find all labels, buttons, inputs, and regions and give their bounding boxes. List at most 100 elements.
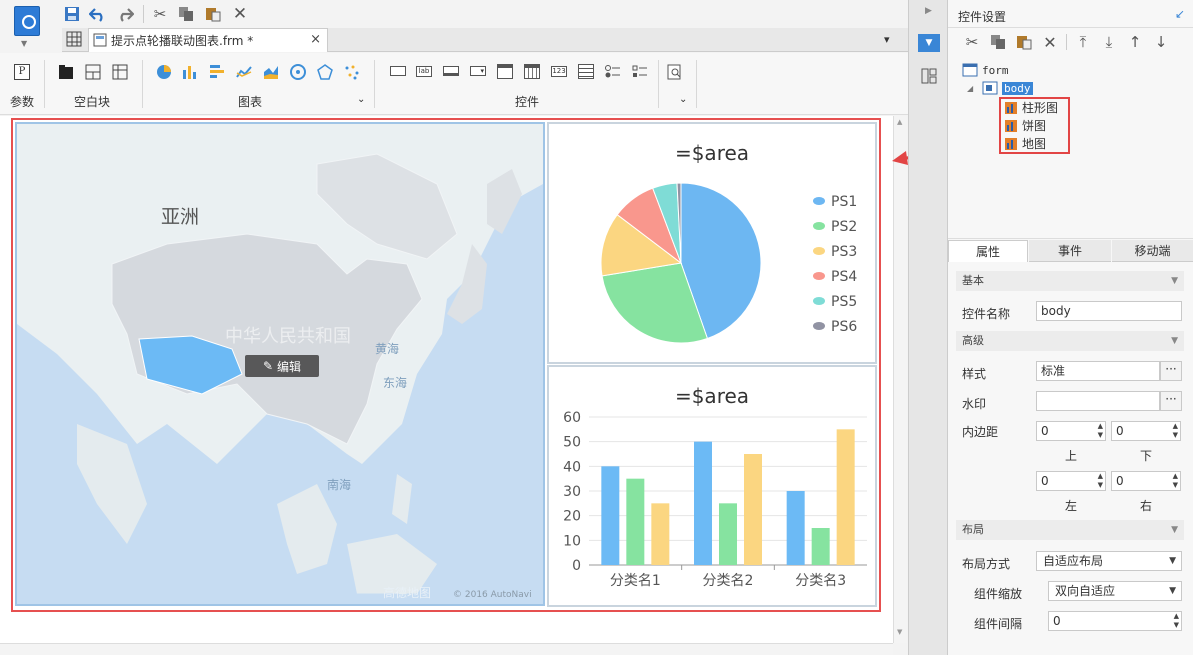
pie-chart-icon[interactable] bbox=[156, 64, 172, 83]
move-down-icon[interactable]: ↓ bbox=[1151, 32, 1171, 52]
number-widget-icon[interactable]: 123 bbox=[551, 66, 567, 77]
label-widget-icon[interactable]: lab bbox=[416, 66, 432, 77]
radio-group-widget-icon[interactable] bbox=[605, 64, 621, 83]
tree-paste-icon[interactable] bbox=[1014, 32, 1034, 52]
gap-stepper[interactable]: 0 ▲ ▼ bbox=[1048, 611, 1182, 631]
padding-right-value: 0 bbox=[1116, 474, 1124, 488]
pin-icon[interactable]: ↙ bbox=[1175, 7, 1185, 21]
side-toolstrip: ▶ ▼ bbox=[908, 0, 948, 655]
radar-chart-icon[interactable] bbox=[317, 64, 333, 83]
padding-right-stepper[interactable]: 0 ▲ ▼ bbox=[1111, 471, 1181, 491]
gauge-chart-icon[interactable] bbox=[290, 64, 306, 83]
section-basic[interactable]: 基本 ▼ bbox=[956, 271, 1184, 291]
tree-node-bar-chart[interactable]: 柱形图 bbox=[1004, 99, 1058, 116]
widget-name-input[interactable]: body bbox=[1036, 301, 1182, 321]
move-top-icon[interactable]: ⤒ bbox=[1073, 32, 1093, 52]
panel-widget-icon[interactable] bbox=[497, 64, 513, 79]
stepper-arrows-icon[interactable]: ▲ ▼ bbox=[1173, 472, 1178, 490]
section-collapse-icon[interactable]: ▼ bbox=[1171, 271, 1178, 291]
date-widget-icon[interactable] bbox=[524, 64, 540, 79]
tree-node-map[interactable]: 地图 bbox=[1004, 135, 1046, 152]
undo-icon[interactable] bbox=[88, 4, 108, 24]
style-browse-button[interactable]: ··· bbox=[1160, 361, 1182, 381]
padding-bottom-caption: 下 bbox=[1140, 449, 1153, 463]
move-up-icon[interactable]: ↑ bbox=[1125, 32, 1145, 52]
padding-left-stepper[interactable]: 0 ▲ ▼ bbox=[1036, 471, 1106, 491]
padding-right-caption: 右 bbox=[1140, 499, 1153, 513]
split-block-icon[interactable] bbox=[85, 64, 101, 83]
scale-value: 双向自适应 bbox=[1055, 584, 1116, 598]
preview-search-icon[interactable] bbox=[667, 64, 683, 83]
style-input[interactable]: 标准 bbox=[1036, 361, 1160, 381]
collapse-panel-icon[interactable]: ▶ bbox=[925, 6, 932, 16]
tab-current-file[interactable]: 提示点轮播联动图表.frm * × bbox=[88, 28, 328, 52]
paste-icon[interactable] bbox=[203, 4, 223, 24]
blank-block-icon[interactable] bbox=[58, 64, 74, 83]
tab-properties[interactable]: 属性 bbox=[948, 240, 1028, 262]
tree-expand-icon[interactable]: ◢ bbox=[967, 84, 973, 93]
line-chart-icon[interactable] bbox=[236, 64, 252, 83]
stepper-arrows-icon[interactable]: ▲ ▼ bbox=[1174, 612, 1179, 630]
parameter-icon[interactable]: P bbox=[14, 64, 30, 80]
cut-icon[interactable]: ✂ bbox=[150, 4, 170, 24]
delete-icon[interactable]: ✕ bbox=[230, 4, 250, 24]
tree-node-body[interactable]: body bbox=[982, 81, 1033, 95]
selected-body-frame bbox=[11, 118, 881, 612]
area-chart-icon[interactable] bbox=[263, 64, 279, 83]
button-widget-icon[interactable] bbox=[443, 66, 459, 76]
watermark-browse-button[interactable]: ··· bbox=[1160, 391, 1182, 411]
grid-view-icon[interactable] bbox=[66, 31, 84, 49]
tree-copy-icon[interactable] bbox=[988, 32, 1008, 52]
move-bottom-icon[interactable]: ⤓ bbox=[1099, 32, 1119, 52]
widget-group-expand-icon[interactable]: ⌄ bbox=[679, 94, 687, 105]
padding-top-stepper[interactable]: 0 ▲ ▼ bbox=[1036, 421, 1106, 441]
chevron-down-icon[interactable]: ▼ bbox=[1169, 552, 1176, 570]
copy-icon[interactable] bbox=[176, 4, 196, 24]
grid-block-icon[interactable] bbox=[112, 64, 128, 83]
ribbon-divider bbox=[44, 60, 45, 108]
section-collapse-icon[interactable]: ▼ bbox=[1171, 520, 1178, 540]
tab-menu-icon[interactable]: ▾ bbox=[884, 33, 890, 46]
save-icon[interactable] bbox=[62, 4, 82, 24]
logo-dropdown-icon[interactable]: ▼ bbox=[21, 39, 27, 48]
component-library-icon[interactable] bbox=[921, 68, 937, 87]
tree-node-pie-chart[interactable]: 饼图 bbox=[1004, 117, 1046, 134]
chevron-down-icon[interactable]: ▼ bbox=[1169, 582, 1176, 600]
stepper-arrows-icon[interactable]: ▲ ▼ bbox=[1098, 472, 1103, 490]
column-chart-icon[interactable] bbox=[182, 64, 198, 83]
watermark-input[interactable] bbox=[1036, 391, 1160, 411]
combobox-widget-icon[interactable]: ▾ bbox=[470, 66, 486, 76]
checkbox-group-widget-icon[interactable] bbox=[632, 64, 648, 83]
tree-cut-icon[interactable]: ✂ bbox=[962, 32, 982, 52]
bar-chart-icon[interactable] bbox=[209, 64, 225, 83]
scale-select[interactable]: 双向自适应 ▼ bbox=[1048, 581, 1182, 601]
stepper-arrows-icon[interactable]: ▲ ▼ bbox=[1173, 422, 1178, 440]
horizontal-scrollbar[interactable] bbox=[0, 643, 893, 655]
layout-mode-select[interactable]: 自适应布局 ▼ bbox=[1036, 551, 1182, 571]
stepper-arrows-icon[interactable]: ▲ ▼ bbox=[1098, 422, 1103, 440]
toolbar-divider bbox=[143, 5, 144, 23]
padding-left-caption: 左 bbox=[1065, 499, 1078, 513]
padding-left-value: 0 bbox=[1041, 474, 1049, 488]
section-advanced[interactable]: 高级 ▼ bbox=[956, 331, 1184, 351]
tree-delete-icon[interactable]: ✕ bbox=[1040, 32, 1060, 52]
tab-mobile[interactable]: 移动端 bbox=[1112, 240, 1193, 262]
chart-group-expand-icon[interactable]: ⌄ bbox=[357, 94, 365, 105]
chart-widget-icon bbox=[1005, 101, 1017, 114]
tab-close-icon[interactable]: × bbox=[310, 32, 321, 47]
layout-mode-value: 自适应布局 bbox=[1043, 554, 1104, 568]
padding-bottom-stepper[interactable]: 0 ▲ ▼ bbox=[1111, 421, 1181, 441]
app-logo-button[interactable] bbox=[14, 6, 40, 36]
redo-icon[interactable] bbox=[115, 4, 135, 24]
textbox-widget-icon[interactable] bbox=[390, 66, 406, 76]
tree-node-form[interactable]: form bbox=[962, 63, 1009, 77]
list-widget-icon[interactable] bbox=[578, 64, 594, 79]
section-layout[interactable]: 布局 ▼ bbox=[956, 520, 1184, 540]
divider bbox=[1066, 34, 1067, 50]
section-collapse-icon[interactable]: ▼ bbox=[1171, 331, 1178, 351]
tab-events[interactable]: 事件 bbox=[1029, 240, 1111, 262]
vertical-scrollbar[interactable]: ▲ ▼ bbox=[893, 116, 907, 643]
section-advanced-label: 高级 bbox=[962, 334, 984, 347]
scatter-chart-icon[interactable] bbox=[344, 64, 360, 83]
widget-settings-tab-icon[interactable]: ▼ bbox=[918, 34, 940, 52]
